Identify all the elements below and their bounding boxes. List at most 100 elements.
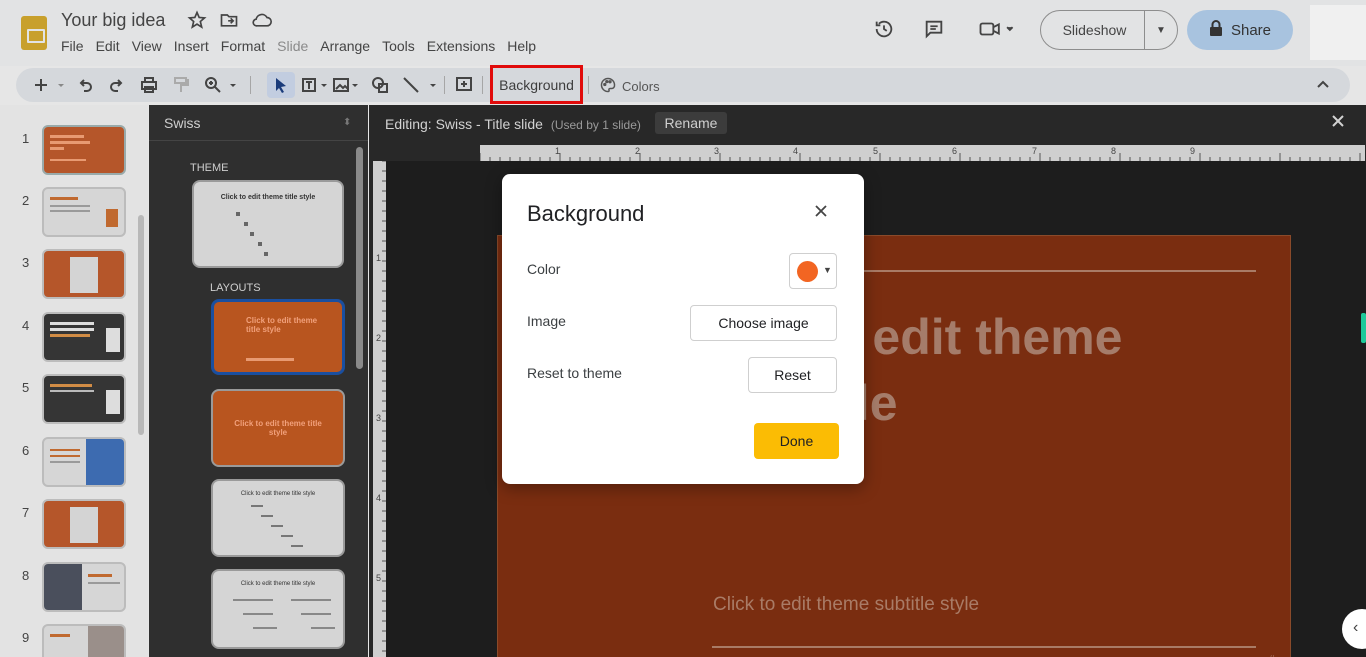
- slide-thumbnail[interactable]: [42, 562, 126, 612]
- ruler-label: 3: [376, 413, 381, 423]
- toolbar-divider: [588, 76, 589, 94]
- thumb-card: [106, 390, 120, 414]
- done-button[interactable]: Done: [754, 423, 839, 459]
- close-icon[interactable]: [814, 204, 830, 220]
- slides-logo-icon[interactable]: [21, 16, 47, 50]
- comments-icon[interactable]: [923, 18, 947, 42]
- share-button[interactable]: Share: [1187, 10, 1293, 50]
- layouts-section-label: LAYOUTS: [210, 282, 261, 294]
- shape-icon[interactable]: [371, 76, 389, 94]
- layout-title-and-body[interactable]: Click to edit theme title style: [211, 479, 345, 557]
- slide-thumbnail[interactable]: [42, 312, 126, 362]
- slide-thumbnail[interactable]: [42, 374, 126, 424]
- layout-title-slide[interactable]: Click to edit theme title style: [211, 299, 345, 375]
- redo-icon[interactable]: [108, 76, 126, 94]
- zoom-dropdown-icon[interactable]: [228, 76, 238, 94]
- theme-panel-divider: [149, 140, 368, 141]
- collapse-toolbar-icon[interactable]: [1314, 76, 1332, 94]
- column-line: [253, 627, 277, 629]
- slide-title-placeholder[interactable]: o edit theme yle: [828, 304, 1122, 436]
- slide-number: 8: [22, 568, 30, 583]
- ruler-label: 2: [376, 333, 381, 343]
- bullet-mark: [261, 515, 273, 517]
- menu-edit[interactable]: Edit: [96, 38, 120, 54]
- ruler-ticks: 1 2 3 4 5: [376, 160, 386, 652]
- slideshow-label[interactable]: Slideshow: [1041, 11, 1145, 49]
- ruler-label: 9: [1190, 146, 1195, 156]
- slideshow-button[interactable]: Slideshow ▼: [1040, 10, 1178, 50]
- theme-panel-scrollbar[interactable]: [356, 147, 363, 369]
- meet-video-icon[interactable]: [977, 18, 1017, 42]
- thumb-text-line: [50, 141, 90, 144]
- menu-extensions[interactable]: Extensions: [427, 38, 495, 54]
- slideshow-dropdown-icon[interactable]: ▼: [1145, 25, 1177, 36]
- background-button[interactable]: Background: [490, 65, 583, 104]
- toolbar-divider: [482, 76, 483, 94]
- bullet-mark: [291, 545, 303, 547]
- colors-button[interactable]: Colors: [600, 77, 660, 96]
- layout-two-columns[interactable]: Click to edit theme title style: [211, 569, 345, 649]
- add-comment-icon[interactable]: [455, 76, 473, 94]
- menu-help[interactable]: Help: [507, 38, 536, 54]
- slide-subtitle-placeholder[interactable]: Click to edit theme subtitle style: [713, 594, 979, 616]
- close-editor-icon[interactable]: [1331, 114, 1347, 130]
- bullet-mark: [236, 212, 240, 216]
- print-icon[interactable]: [140, 76, 158, 94]
- slide-thumbnail[interactable]: [42, 499, 126, 549]
- slide-thumbnail[interactable]: [42, 437, 126, 487]
- theme-master-thumbnail[interactable]: Click to edit theme title style: [192, 180, 344, 268]
- textbox-icon[interactable]: [300, 76, 318, 94]
- thumb-card: [70, 257, 98, 293]
- document-title[interactable]: Your big idea: [61, 10, 165, 31]
- bullet-mark: [281, 535, 293, 537]
- menu-tools[interactable]: Tools: [382, 38, 415, 54]
- menu-insert[interactable]: Insert: [174, 38, 209, 54]
- menu-format[interactable]: Format: [221, 38, 265, 54]
- cloud-status-icon[interactable]: [251, 10, 273, 32]
- image-dropdown-icon[interactable]: [350, 76, 360, 94]
- layout-title-text: Click to edit theme title style: [234, 419, 322, 437]
- theme-sort-icon[interactable]: ⬍: [343, 117, 351, 128]
- menu-arrange[interactable]: Arrange: [320, 38, 370, 54]
- zoom-icon[interactable]: [204, 76, 222, 94]
- select-cursor-icon[interactable]: [272, 76, 290, 94]
- toolbar-divider: [444, 76, 445, 94]
- menu-view[interactable]: View: [132, 38, 162, 54]
- line-icon[interactable]: [402, 76, 420, 94]
- move-to-folder-icon[interactable]: [219, 10, 241, 32]
- layout-subtitle-line: [246, 358, 294, 361]
- share-label: Share: [1230, 21, 1272, 39]
- thumb-text-line: [50, 197, 78, 200]
- layout-title-text: Click to edit theme title style: [246, 316, 318, 334]
- vertical-ruler[interactable]: 1 2 3 4 5: [373, 160, 386, 657]
- thumb-card: [106, 328, 120, 352]
- color-picker-button[interactable]: ▼: [789, 253, 837, 289]
- version-history-icon[interactable]: [873, 18, 897, 42]
- choose-image-button[interactable]: Choose image: [690, 305, 837, 341]
- slide-thumbnail[interactable]: [42, 187, 126, 237]
- layout-section-header[interactable]: Click to edit theme title style: [211, 389, 345, 467]
- textbox-dropdown-icon[interactable]: [319, 76, 329, 94]
- new-slide-plus-icon[interactable]: [32, 76, 50, 94]
- ruler-label: 5: [873, 146, 878, 156]
- reset-to-theme-label: Reset to theme: [527, 365, 622, 381]
- slide-thumbnail[interactable]: [42, 624, 126, 657]
- slide-thumbnail[interactable]: [42, 125, 126, 175]
- horizontal-ruler[interactable]: 1 2 3 4 5 6 7 8 9: [479, 145, 1365, 161]
- side-panel-tab[interactable]: [1361, 313, 1366, 343]
- line-dropdown-icon[interactable]: [428, 76, 438, 94]
- menu-slide[interactable]: Slide: [277, 38, 308, 54]
- filmstrip-scrollbar[interactable]: [138, 215, 144, 435]
- undo-icon[interactable]: [76, 76, 94, 94]
- new-slide-dropdown-icon[interactable]: [56, 76, 66, 94]
- reset-button[interactable]: Reset: [748, 357, 837, 393]
- thumb-text-line: [50, 334, 90, 337]
- paint-format-icon[interactable]: [172, 76, 190, 94]
- rename-button[interactable]: Rename: [655, 112, 727, 134]
- ruler-label: 8: [1111, 146, 1116, 156]
- menu-file[interactable]: File: [61, 38, 84, 54]
- account-area[interactable]: [1310, 5, 1366, 60]
- star-icon[interactable]: [187, 10, 209, 32]
- insert-image-icon[interactable]: [332, 76, 350, 94]
- slide-thumbnail[interactable]: [42, 249, 126, 299]
